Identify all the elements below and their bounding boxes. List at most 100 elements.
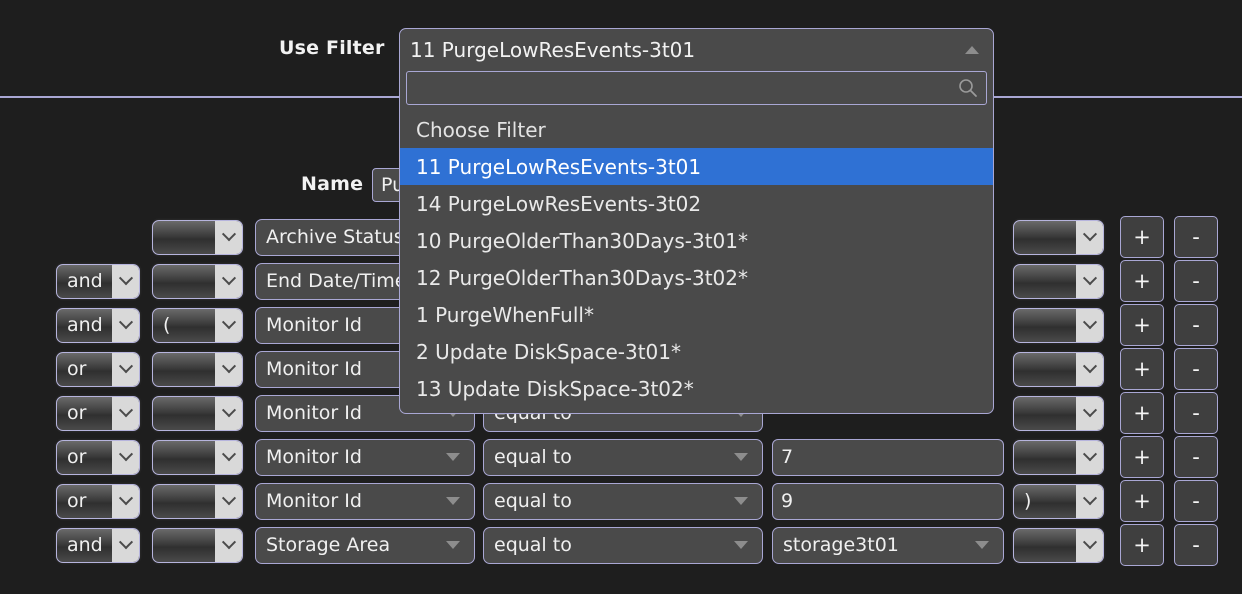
- close-paren-select-2[interactable]: [1013, 307, 1104, 343]
- close-paren-select-1[interactable]: [1013, 263, 1104, 299]
- chevron-down-icon[interactable]: [112, 440, 139, 474]
- caret-up-icon[interactable]: [965, 46, 979, 54]
- dropdown-option[interactable]: 11 PurgeLowResEvents-3t01: [400, 148, 993, 185]
- value-select-7[interactable]: storage3t01: [772, 526, 1004, 564]
- chevron-down-icon[interactable]: [215, 484, 242, 518]
- remove-row-button-7[interactable]: -: [1174, 524, 1218, 566]
- add-row-button-3[interactable]: +: [1120, 348, 1164, 390]
- chevron-down-icon[interactable]: [1076, 440, 1103, 474]
- operator-select-6[interactable]: equal to: [483, 482, 763, 520]
- logic-select-4[interactable]: or: [56, 395, 140, 431]
- logic-select-1[interactable]: and: [56, 263, 140, 299]
- search-input[interactable]: [407, 72, 986, 104]
- close-paren-select-5[interactable]: [1013, 439, 1104, 475]
- open-paren-select-5[interactable]: [152, 439, 243, 475]
- operator-select-5[interactable]: equal to: [483, 438, 763, 476]
- remove-row-button-0[interactable]: -: [1174, 216, 1218, 258]
- dropdown-option[interactable]: 1 PurgeWhenFull*: [400, 296, 993, 333]
- chevron-down-icon[interactable]: [215, 264, 242, 298]
- chevron-down-icon[interactable]: [112, 308, 139, 342]
- open-paren-select-2[interactable]: (: [152, 307, 243, 343]
- logic-select-3[interactable]: or: [56, 351, 140, 387]
- close-paren-select-3[interactable]: [1013, 351, 1104, 387]
- chevron-down-icon[interactable]: [1076, 396, 1103, 430]
- dropdown-option[interactable]: 2 Update DiskSpace-3t01*: [400, 333, 993, 370]
- field-select-6[interactable]: Monitor Id: [255, 482, 475, 520]
- chevron-down-icon[interactable]: [1076, 308, 1103, 342]
- add-row-button-4[interactable]: +: [1120, 392, 1164, 434]
- chevron-down-icon[interactable]: [112, 396, 139, 430]
- close-paren-select-6-label: ): [1024, 490, 1032, 512]
- chevron-down-icon[interactable]: [112, 528, 139, 562]
- field-select-6-label: Monitor Id: [266, 490, 362, 512]
- logic-select-5[interactable]: or: [56, 439, 140, 475]
- chevron-down-icon[interactable]: [1076, 528, 1103, 562]
- chevron-down-icon[interactable]: [215, 220, 242, 254]
- open-paren-select-0[interactable]: [152, 219, 243, 255]
- add-row-button-1[interactable]: +: [1120, 260, 1164, 302]
- dropdown-option-list: Choose Filter 11 PurgeLowResEvents-3t01 14…: [400, 111, 993, 413]
- caret-down-icon[interactable]: [446, 497, 460, 505]
- chevron-down-icon[interactable]: [1076, 484, 1103, 518]
- close-paren-select-6[interactable]: ): [1013, 483, 1104, 519]
- chevron-down-icon[interactable]: [215, 352, 242, 386]
- name-label: Name: [301, 173, 364, 195]
- chevron-down-icon[interactable]: [1076, 220, 1103, 254]
- open-paren-select-1[interactable]: [152, 263, 243, 299]
- chevron-down-icon[interactable]: [112, 264, 139, 298]
- close-paren-select-7[interactable]: [1013, 527, 1104, 563]
- open-paren-select-3[interactable]: [152, 351, 243, 387]
- add-row-button-0[interactable]: +: [1120, 216, 1164, 258]
- chevron-down-icon[interactable]: [215, 308, 242, 342]
- remove-row-button-5[interactable]: -: [1174, 436, 1218, 478]
- dropdown-option[interactable]: 14 PurgeLowResEvents-3t02: [400, 185, 993, 222]
- chevron-down-icon[interactable]: [112, 352, 139, 386]
- logic-select-6[interactable]: or: [56, 483, 140, 519]
- filter-row: and Storage Area equal to storage3t01 + -: [0, 523, 1242, 567]
- chevron-down-icon[interactable]: [1076, 264, 1103, 298]
- filter-row: or Monitor Id equal to +-: [0, 435, 1242, 479]
- close-paren-select-0[interactable]: [1013, 219, 1104, 255]
- use-filter-dropdown[interactable]: 11 PurgeLowResEvents-3t01 Choose Filter 1…: [399, 28, 994, 414]
- open-paren-select-4[interactable]: [152, 395, 243, 431]
- field-select-5[interactable]: Monitor Id: [255, 438, 475, 476]
- chevron-down-icon[interactable]: [112, 484, 139, 518]
- value-input-5[interactable]: [772, 438, 1004, 476]
- dropdown-search-wrapper[interactable]: [406, 71, 987, 105]
- remove-row-button-3[interactable]: -: [1174, 348, 1218, 390]
- dropdown-option[interactable]: 10 PurgeOlderThan30Days-3t01*: [400, 222, 993, 259]
- value-input-6[interactable]: [772, 482, 1004, 520]
- value-select-7-label: storage3t01: [783, 534, 899, 556]
- field-select-7[interactable]: Storage Area: [255, 526, 475, 564]
- dropdown-option[interactable]: 13 Update DiskSpace-3t02*: [400, 370, 993, 407]
- open-paren-select-7[interactable]: [152, 527, 243, 563]
- add-row-button-6[interactable]: +: [1120, 480, 1164, 522]
- dropdown-option[interactable]: 12 PurgeOlderThan30Days-3t02*: [400, 259, 993, 296]
- add-row-button-2[interactable]: +: [1120, 304, 1164, 346]
- remove-row-button-4[interactable]: -: [1174, 392, 1218, 434]
- chevron-down-icon[interactable]: [215, 528, 242, 562]
- add-row-button-7[interactable]: +: [1120, 524, 1164, 566]
- caret-down-icon[interactable]: [446, 541, 460, 549]
- add-row-button-5[interactable]: +: [1120, 436, 1164, 478]
- caret-down-icon[interactable]: [734, 541, 748, 549]
- remove-row-button-1[interactable]: -: [1174, 260, 1218, 302]
- dropdown-selected-label: 11 PurgeLowResEvents-3t01: [410, 38, 696, 62]
- close-paren-select-4[interactable]: [1013, 395, 1104, 431]
- caret-down-icon[interactable]: [734, 453, 748, 461]
- logic-select-7[interactable]: and: [56, 527, 140, 563]
- chevron-down-icon[interactable]: [1076, 352, 1103, 386]
- logic-select-5-label: or: [67, 446, 87, 468]
- operator-select-7[interactable]: equal to: [483, 526, 763, 564]
- open-paren-select-6[interactable]: [152, 483, 243, 519]
- dropdown-selected-value[interactable]: 11 PurgeLowResEvents-3t01: [400, 29, 993, 71]
- caret-down-icon[interactable]: [446, 453, 460, 461]
- remove-row-button-2[interactable]: -: [1174, 304, 1218, 346]
- caret-down-icon[interactable]: [734, 497, 748, 505]
- logic-select-2[interactable]: and: [56, 307, 140, 343]
- caret-down-icon[interactable]: [975, 541, 989, 549]
- remove-row-button-6[interactable]: -: [1174, 480, 1218, 522]
- chevron-down-icon[interactable]: [215, 396, 242, 430]
- chevron-down-icon[interactable]: [215, 440, 242, 474]
- logic-select-3-label: or: [67, 358, 87, 380]
